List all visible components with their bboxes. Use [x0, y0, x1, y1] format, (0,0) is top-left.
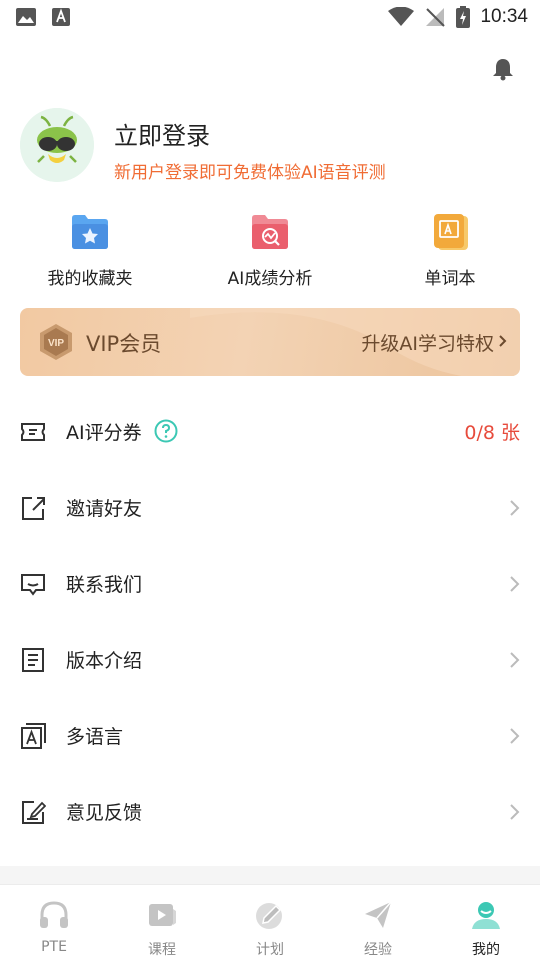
tab-mine[interactable]: 我的	[432, 885, 540, 960]
notification-bell-icon[interactable]	[490, 56, 516, 82]
section-divider	[0, 866, 540, 884]
vip-title: VIP会员	[86, 332, 162, 356]
ticket-icon	[21, 423, 45, 441]
analysis-folder-icon	[252, 215, 288, 249]
wifi-icon	[388, 7, 415, 26]
profile-icon	[472, 902, 500, 929]
chevron-right-icon	[510, 728, 520, 744]
mascot-icon	[20, 108, 94, 182]
tab-pte[interactable]: PTE	[0, 885, 108, 960]
menu-item-label: 多语言	[66, 726, 124, 748]
voucher-count: 0/8 张	[464, 422, 520, 444]
avatar[interactable]	[20, 108, 94, 182]
menu-item-label: 联系我们	[66, 574, 143, 596]
status-bar: 10:34	[0, 0, 540, 36]
vip-upgrade-link[interactable]: 升级AI学习特权	[361, 329, 494, 356]
quick-action-label: 单词本	[424, 269, 476, 289]
bottom-tab-bar: PTE 课程 计划 经验 我的	[0, 884, 540, 960]
help-icon[interactable]	[154, 419, 178, 443]
svg-text:VIP: VIP	[48, 338, 64, 349]
menu-item-label: AI评分券	[66, 422, 142, 444]
vocabulary-book-icon	[434, 214, 468, 250]
chevron-right-icon	[510, 652, 520, 668]
folder-star-icon	[72, 215, 108, 249]
status-time: 10:34	[480, 6, 528, 27]
quick-action-label: AI成绩分析	[227, 269, 313, 289]
no-signal-icon	[426, 8, 446, 27]
pencil-icon	[256, 903, 282, 929]
login-title[interactable]: 立即登录	[114, 116, 210, 151]
chevron-right-icon	[510, 576, 520, 592]
menu-item-contact-us[interactable]: 联系我们	[0, 546, 540, 622]
quick-action-ai-analysis[interactable]: AI成绩分析	[190, 210, 350, 290]
language-icon	[21, 723, 46, 749]
quick-action-vocabulary[interactable]: 单词本	[370, 210, 530, 290]
login-subtitle: 新用户登录即可免费体验AI语音评测	[114, 163, 386, 183]
tab-experience[interactable]: 经验	[324, 885, 432, 960]
menu-item-version-intro[interactable]: 版本介绍	[0, 622, 540, 698]
quick-action-label: 我的收藏夹	[47, 269, 133, 289]
vip-badge-icon: VIP	[40, 324, 72, 360]
tab-plan[interactable]: 计划	[216, 885, 324, 960]
quick-actions: 我的收藏夹 AI成绩分析 单词本	[0, 210, 540, 290]
chevron-right-icon	[499, 335, 507, 347]
menu-item-invite-friends[interactable]: 邀请好友	[0, 470, 540, 546]
font-icon	[52, 8, 70, 26]
message-icon	[21, 574, 45, 596]
chevron-right-icon	[510, 500, 520, 516]
tab-label: 我的	[472, 942, 500, 958]
menu-item-ai-voucher[interactable]: AI评分券 0/8 张	[0, 394, 540, 470]
menu-item-feedback[interactable]: 意见反馈	[0, 774, 540, 850]
feedback-icon	[22, 801, 46, 824]
tab-courses[interactable]: 课程	[108, 885, 216, 960]
headphones-icon	[40, 901, 68, 928]
paper-plane-icon	[365, 901, 392, 928]
tab-label: 课程	[148, 942, 176, 958]
image-icon	[16, 8, 36, 26]
video-play-icon	[149, 904, 176, 926]
document-icon	[22, 648, 44, 672]
menu-item-label: 邀请好友	[66, 498, 143, 520]
menu-item-label: 版本介绍	[66, 650, 143, 672]
chevron-right-icon	[510, 804, 520, 820]
share-icon	[22, 497, 45, 520]
tab-label: 计划	[256, 942, 284, 958]
vip-banner[interactable]: VIP VIP会员 升级AI学习特权	[20, 308, 520, 376]
tab-label: 经验	[364, 942, 392, 958]
settings-menu: AI评分券 0/8 张 邀请好友 联系我们 版本介绍 多语言 意见反馈	[0, 394, 540, 850]
tab-label: PTE	[41, 939, 67, 955]
menu-item-language[interactable]: 多语言	[0, 698, 540, 774]
quick-action-favorites[interactable]: 我的收藏夹	[10, 210, 170, 290]
menu-item-label: 意见反馈	[66, 802, 143, 824]
battery-charging-icon	[456, 6, 471, 28]
